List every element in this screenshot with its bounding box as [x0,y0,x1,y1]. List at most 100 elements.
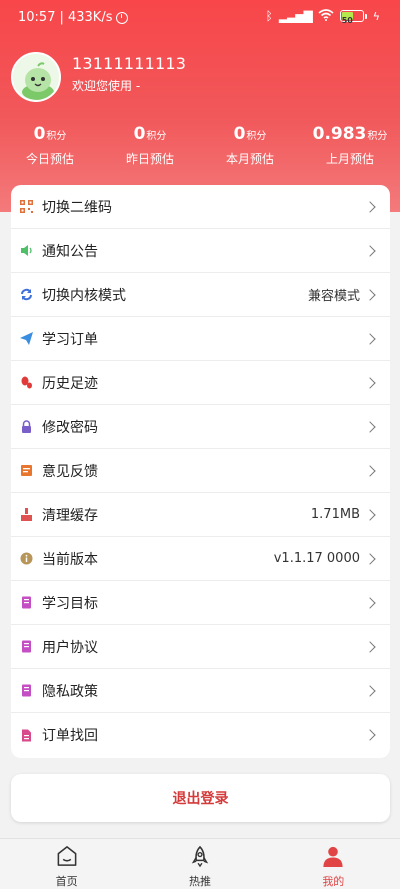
menu-item-study-orders[interactable]: 学习订单 [11,317,390,361]
chevron-right-icon [364,596,376,609]
footprint-icon [21,376,32,389]
chevron-right-icon [364,640,376,653]
stat-label: 昨日预估 [125,152,174,166]
nav-label: 热推 [188,875,211,888]
menu-item-clear-cache[interactable]: 清理缓存 1.71MB [11,493,390,537]
menu-item-order-recovery[interactable]: 订单找回 [11,713,390,757]
menu-item-feedback[interactable]: 意见反馈 [11,449,390,493]
paper-plane-icon [20,332,33,345]
rocket-icon [191,845,209,868]
chevron-right-icon [364,464,376,477]
menu-item-label: 切换二维码 [42,199,112,216]
book-icon [22,640,31,653]
bluetooth-icon: ᛒ [265,9,273,23]
user-phone: 13111111113 [72,54,187,73]
switch-icon [21,288,32,301]
stat-label: 今日预估 [25,152,74,166]
broom-icon [21,508,32,521]
stats-row: 0 积分 今日预估 0 积分 昨日预估 0 积分 本月预估 0.983 积分 上月预估 [0,124,400,168]
menu-item-label: 订单找回 [42,728,98,744]
menu-item-label: 当前版本 [42,551,98,568]
menu-item-value: 1.71MB [310,507,360,522]
menu-item-switch-kernel[interactable]: 切换内核模式 兼容模式 [11,273,390,317]
menu-item-notice[interactable]: 通知公告 [11,229,390,273]
home-icon [57,846,77,866]
menu-item-user-agreement[interactable]: 用户协议 [11,625,390,669]
chevron-right-icon [364,552,376,565]
menu-item-label: 隐私政策 [42,683,98,700]
document-icon [22,729,31,741]
menu-item-label: 用户协议 [42,639,98,656]
menu-item-privacy-policy[interactable]: 隐私政策 [11,669,390,713]
charging-icon: ϟ [372,9,380,23]
status-right: ᛒ ▂▃▅▇ 50 ϟ [265,9,380,25]
info-icon [20,552,33,565]
menu-item-value: v1.1.17 0000 [273,551,360,566]
status-left: 10:57 | 433K/s [18,10,129,25]
menu-item-change-password[interactable]: 修改密码 [11,405,390,449]
menu-item-label: 意见反馈 [42,463,98,480]
stat-unit: 积分 [46,131,67,142]
menu-item-label: 清理缓存 [42,507,98,524]
bottom-nav: 首页 热推 我的 [0,838,400,889]
menu-item-value: 兼容模式 [307,289,360,304]
logout-button[interactable]: 退出登录 [11,774,390,822]
stat-unit: 积分 [246,131,267,142]
menu-item-label: 历史足迹 [42,375,98,392]
signal-icon: ▂▃▅▇ [278,9,313,23]
stat-unit: 积分 [367,131,388,142]
network-speed: | 433K/s [59,10,113,25]
stat-this-month[interactable]: 0 积分 本月预估 [200,124,300,168]
menu-item-current-version[interactable]: 当前版本 v1.1.17 0000 [11,537,390,581]
battery-level: 50 [341,16,353,25]
menu-item-switch-qrcode[interactable]: 切换二维码 [11,185,390,229]
menu-item-history[interactable]: 历史足迹 [11,361,390,405]
wifi-icon [318,9,334,23]
qrcode-icon [20,200,33,213]
stat-yesterday[interactable]: 0 积分 昨日预估 [100,124,200,168]
chevron-right-icon [364,332,376,345]
stat-unit: 积分 [146,131,167,142]
chevron-right-icon [364,200,376,213]
user-icon [323,846,343,868]
menu-item-label: 修改密码 [42,419,98,436]
stat-label: 上月预估 [325,152,374,166]
nav-item-hot[interactable]: 热推 [133,839,266,889]
nav-label: 我的 [322,875,345,888]
battery-icon: 50 [339,10,367,25]
chevron-right-icon [364,288,376,301]
chevron-right-icon [364,244,376,257]
chevron-right-icon [364,508,376,521]
menu-item-study-goal[interactable]: 学习目标 [11,581,390,625]
speaker-icon [21,245,32,256]
stat-value: 0 [133,124,146,144]
status-bar: 10:57 | 433K/s ᛒ ▂▃▅▇ 50 ϟ [0,0,400,36]
book-icon [22,596,31,609]
stat-today[interactable]: 0 积分 今日预估 [0,124,100,168]
welcome-text: 欢迎您使用 - [72,79,141,93]
nav-label: 首页 [55,875,78,888]
nav-item-mine[interactable]: 我的 [267,839,400,889]
stat-label: 本月预估 [225,152,274,166]
nav-item-home[interactable]: 首页 [0,839,133,889]
book-icon [22,684,31,697]
chevron-right-icon [364,376,376,389]
lock-icon [22,420,31,433]
avatar[interactable] [11,52,61,102]
menu-item-label: 学习目标 [42,595,98,612]
chevron-right-icon [364,420,376,433]
settings-menu: 切换二维码 通知公告 切换内核模式 兼容模式 学习订单 历史足迹 修改密码 意见… [11,185,390,758]
chevron-right-icon [364,729,376,741]
feedback-icon [21,465,32,476]
status-time: 10:57 [18,10,56,25]
menu-item-label: 通知公告 [42,243,98,260]
stat-value: 0 [33,124,46,144]
chevron-right-icon [364,684,376,697]
menu-item-label: 切换内核模式 [42,287,126,304]
stat-value: 0.983 [312,124,367,144]
alarm-icon [116,11,129,24]
stat-value: 0 [233,124,246,144]
logout-label: 退出登录 [172,791,229,807]
stat-last-month[interactable]: 0.983 积分 上月预估 [300,124,400,168]
menu-item-label: 学习订单 [42,331,98,348]
